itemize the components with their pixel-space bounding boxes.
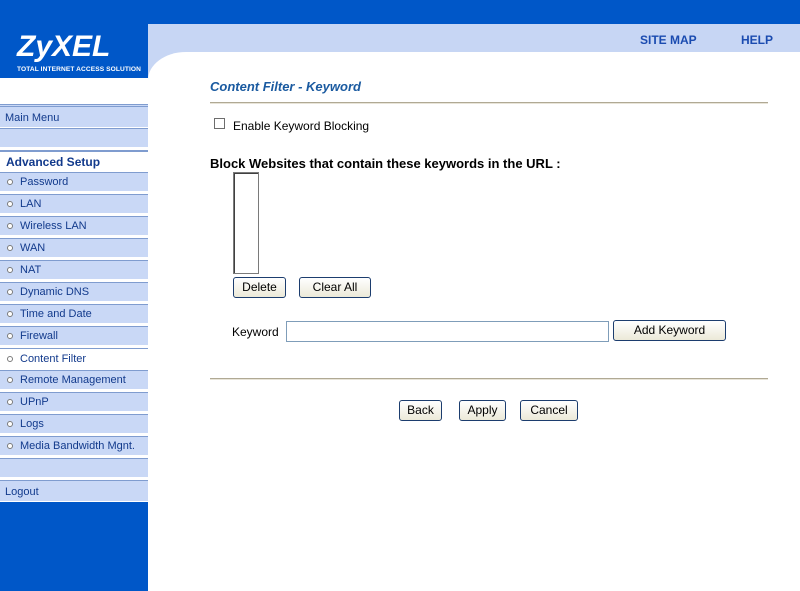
sidebar-item-label: Content Filter: [20, 353, 87, 365]
sidebar-item-main-menu[interactable]: Main Menu: [0, 106, 148, 128]
sidebar-item-label: LAN: [20, 198, 42, 210]
apply-button[interactable]: Apply: [459, 400, 506, 421]
sidebar-item-dynamic-dns[interactable]: Dynamic DNS: [0, 282, 148, 302]
sidebar-menu: Main Menu Advanced Setup Password LAN Wi…: [0, 78, 148, 502]
sidebar-section-advanced-setup: Advanced Setup: [0, 150, 148, 172]
sidebar-item-label: Time and Date: [20, 308, 92, 320]
bullet-icon: [7, 201, 13, 207]
sidebar-item-remote-management[interactable]: Remote Management: [0, 370, 148, 390]
enable-keyword-blocking-label: Enable Keyword Blocking: [233, 119, 370, 133]
bullet-icon: [7, 399, 13, 405]
help-link[interactable]: HELP: [741, 33, 773, 47]
bullet-icon: [7, 421, 13, 427]
sidebar-item-media-bandwidth[interactable]: Media Bandwidth Mgnt.: [0, 436, 148, 456]
menu-spacer: [0, 458, 148, 478]
logo-tagline: TOTAL INTERNET ACCESS SOLUTION: [17, 66, 142, 73]
bullet-icon: [7, 443, 13, 449]
sidebar-item-wan[interactable]: WAN: [0, 238, 148, 258]
bullet-icon: [7, 289, 13, 295]
sidebar-item-time-and-date[interactable]: Time and Date: [0, 304, 148, 324]
bullet-icon: [7, 377, 13, 383]
block-keywords-label: Block Websites that contain these keywor…: [210, 156, 561, 171]
sidebar-item-upnp[interactable]: UPnP: [0, 392, 148, 412]
keyword-list[interactable]: [233, 172, 259, 274]
sidebar-item-label: Dynamic DNS: [20, 286, 90, 298]
logout-link[interactable]: Logout: [0, 480, 148, 502]
bullet-icon: [7, 267, 13, 273]
menu-spacer: [0, 128, 148, 148]
page-title: Content Filter - Keyword: [210, 79, 361, 94]
logo-text: ZyXEL: [17, 30, 111, 63]
header-strip: [148, 24, 800, 52]
sidebar-item-logs[interactable]: Logs: [0, 414, 148, 434]
keyword-input[interactable]: [286, 321, 609, 342]
site-map-link[interactable]: SITE MAP: [640, 33, 697, 47]
divider: [210, 378, 768, 380]
sidebar-item-password[interactable]: Password: [0, 172, 148, 192]
delete-button[interactable]: Delete: [233, 277, 286, 298]
sidebar-item-label: Password: [20, 176, 69, 188]
zyxel-logo: ZyXEL TOTAL INTERNET ACCESS SOLUTION: [0, 24, 145, 78]
sidebar-item-label: NAT: [20, 264, 42, 276]
bullet-icon: [7, 311, 13, 317]
sidebar-item-nat[interactable]: NAT: [0, 260, 148, 280]
clear-all-button[interactable]: Clear All: [299, 277, 371, 298]
enable-keyword-blocking-checkbox[interactable]: [214, 118, 225, 129]
sidebar-item-label: Wireless LAN: [20, 220, 87, 232]
sidebar-item-lan[interactable]: LAN: [0, 194, 148, 214]
bullet-icon: [7, 333, 13, 339]
sidebar-item-firewall[interactable]: Firewall: [0, 326, 148, 346]
bullet-icon: [7, 356, 13, 362]
sidebar-item-label: WAN: [20, 242, 46, 254]
bullet-icon: [7, 179, 13, 185]
bullet-icon: [7, 245, 13, 251]
sidebar-item-content-filter[interactable]: Content Filter: [0, 348, 148, 370]
sidebar-item-label: UPnP: [20, 396, 49, 408]
bullet-icon: [7, 223, 13, 229]
sidebar-item-label: Remote Management: [20, 374, 126, 386]
add-keyword-button[interactable]: Add Keyword: [613, 320, 726, 341]
sidebar-item-wireless-lan[interactable]: Wireless LAN: [0, 216, 148, 236]
back-button[interactable]: Back: [399, 400, 442, 421]
sidebar-item-label: Logs: [20, 418, 44, 430]
cancel-button[interactable]: Cancel: [520, 400, 578, 421]
sidebar-item-label: Firewall: [20, 330, 58, 342]
keyword-label: Keyword: [232, 325, 279, 339]
divider: [210, 102, 768, 104]
sidebar-item-label: Media Bandwidth Mgnt.: [20, 440, 135, 452]
